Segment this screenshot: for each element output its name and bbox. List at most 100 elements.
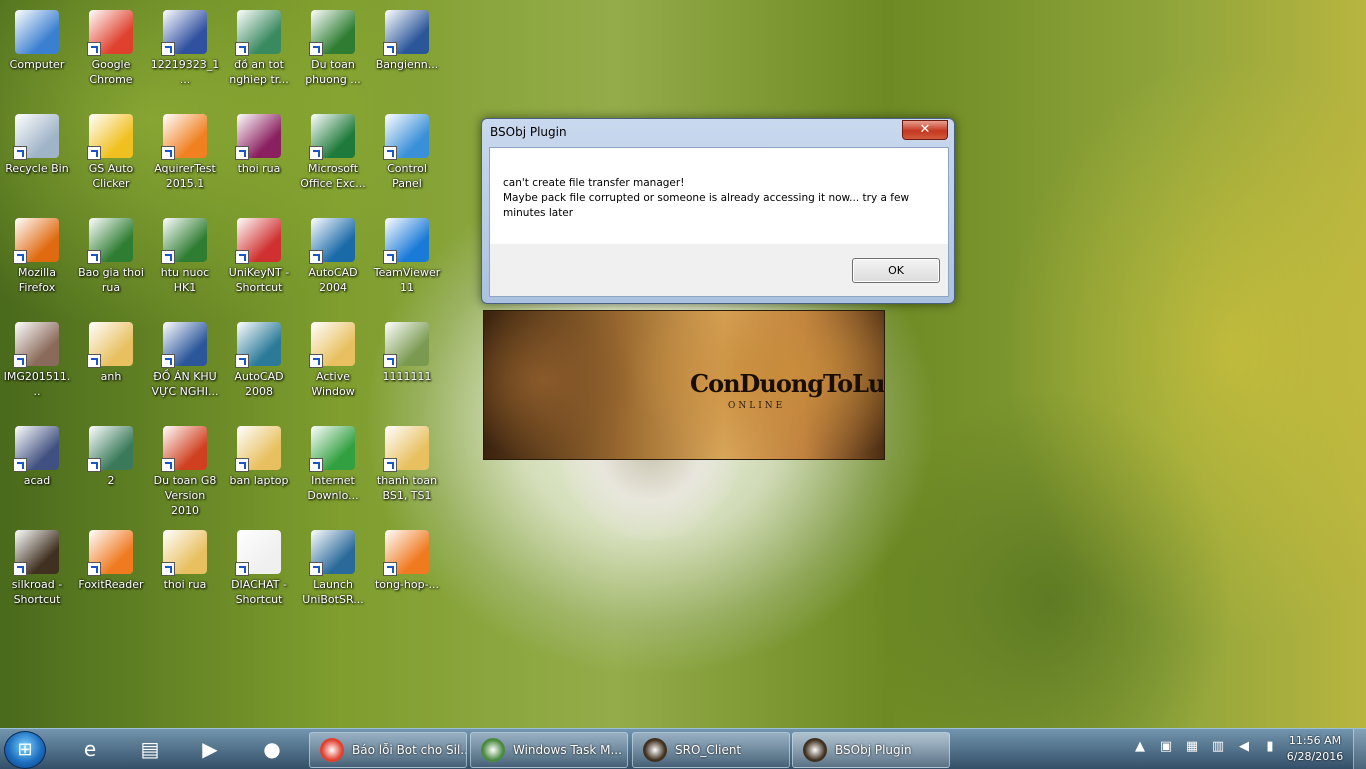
desktop-icon-label: IMG201511... <box>3 370 71 398</box>
desktop-icon[interactable]: AutoCAD 2008 <box>222 316 296 416</box>
desktop-icon-label: Du toan phuong ... <box>305 58 361 86</box>
signal-icon[interactable]: ▮ <box>1262 739 1278 755</box>
device-icon[interactable]: ▥ <box>1210 739 1226 755</box>
flag-icon[interactable]: ▣ <box>1158 739 1174 755</box>
task-label: Windows Task M... <box>513 743 622 757</box>
taskbar-task[interactable]: BSObj Plugin <box>792 732 950 768</box>
excel-icon <box>309 114 355 160</box>
desktop-icon[interactable]: Bao gia thoi rua <box>74 212 148 312</box>
desktop-icon[interactable]: Active Window <box>296 316 370 416</box>
pinned-firefox-icon[interactable]: ● <box>246 732 298 766</box>
desktop-icon-label: Mozilla Firefox <box>18 266 56 294</box>
folder-icon <box>161 530 207 576</box>
desktop-icon[interactable]: AquirerTest 2015.1 <box>148 108 222 208</box>
shortcut-arrow-icon <box>309 250 323 264</box>
shortcut-arrow-icon <box>13 250 27 264</box>
desktop-icon[interactable]: thoi rua <box>148 524 222 624</box>
desktop-icon[interactable]: Internet Downlo... <box>296 420 370 520</box>
desktop-icon[interactable]: 12219323_1... <box>148 4 222 104</box>
show-hidden-icons-icon[interactable]: ▲ <box>1132 739 1148 755</box>
shortcut-arrow-icon <box>161 250 175 264</box>
dialog-title: BSObj Plugin <box>490 125 567 139</box>
desktop-icon[interactable]: GS Auto Clicker <box>74 108 148 208</box>
desktop-icon[interactable]: anh <box>74 316 148 416</box>
pinned-explorer-icon[interactable]: ▤ <box>124 732 176 766</box>
idm-icon <box>309 426 355 472</box>
desktop-icon[interactable]: 2 <box>74 420 148 520</box>
desktop-icon[interactable]: FoxitReader <box>74 524 148 624</box>
word-file-icon <box>383 10 429 56</box>
desktop-icon-label: UniKeyNT - Shortcut <box>228 266 290 294</box>
computer-icon <box>15 10 59 54</box>
shortcut-arrow-icon <box>87 354 101 368</box>
desktop-icon-label: htu nuoc HK1 <box>160 266 210 294</box>
star-icon <box>87 114 133 160</box>
desktop-icon-label: Computer <box>9 58 65 71</box>
desktop-icon-label: thoi rua <box>163 578 207 591</box>
taskbar-task[interactable]: Báo lỗi Bot cho Sil... <box>309 732 467 768</box>
desktop-icon[interactable]: DIACHAT - Shortcut <box>222 524 296 624</box>
taskbar: ⊞ e ▤ ▶ ● Báo lỗi Bot cho Sil... Windows Tas… <box>0 728 1366 769</box>
clock[interactable]: 11:56 AM 6/28/2016 <box>1280 733 1350 765</box>
desktop-icon-label: tong-hop-... <box>374 578 440 591</box>
winrar-icon <box>235 114 281 160</box>
desktop-icon[interactable]: TeamViewer 11 <box>370 212 444 312</box>
pinned-ie-icon[interactable]: e <box>64 732 116 766</box>
task-app-icon <box>643 737 667 762</box>
dialog-body: can't create file transfer manager! Mayb… <box>489 147 949 297</box>
excel-file-icon <box>309 10 355 56</box>
pinned-media-player-icon[interactable]: ▶ <box>184 732 236 766</box>
desktop-icon[interactable]: Recycle Bin <box>0 108 74 208</box>
desktop-icon[interactable]: Bangienn... <box>370 4 444 104</box>
desktop-icon[interactable]: acad <box>0 420 74 520</box>
taskbar-task[interactable]: Windows Task M... <box>470 732 628 768</box>
shortcut-arrow-icon <box>383 250 397 264</box>
desktop-icon[interactable]: IMG201511... <box>0 316 74 416</box>
dialog-message-line1: can't create file transfer manager! <box>503 177 685 189</box>
volume-icon[interactable]: ◀ <box>1236 739 1252 755</box>
desktop-icon[interactable]: Google Chrome <box>74 4 148 104</box>
shortcut-arrow-icon <box>383 42 397 56</box>
desktop-icon[interactable]: ban laptop <box>222 420 296 520</box>
clock-date: 6/28/2016 <box>1286 750 1344 763</box>
desktop-icon[interactable]: AutoCAD 2004 <box>296 212 370 312</box>
desktop-icon[interactable]: UniKeyNT - Shortcut <box>222 212 296 312</box>
desktop-icon-label: FoxitReader <box>78 578 144 591</box>
start-button[interactable]: ⊞ <box>4 731 46 769</box>
desktop-icon[interactable]: Mozilla Firefox <box>0 212 74 312</box>
desktop-icon-label: Internet Downlo... <box>307 474 359 502</box>
desktop-icon-label: Google Chrome <box>89 58 133 86</box>
desktop-icon[interactable]: 1111111 <box>370 316 444 416</box>
desktop-icon[interactable]: Launch UniBotSR... <box>296 524 370 624</box>
network-app-icon[interactable]: ▦ <box>1184 739 1200 755</box>
desktop-icon[interactable]: htu nuoc HK1 <box>148 212 222 312</box>
shortcut-arrow-icon <box>235 42 249 56</box>
desktop-icon-label: acad <box>23 474 51 487</box>
desktop-icon[interactable]: đồ an tot nghiep tr... <box>222 4 296 104</box>
game-logo: ConDuongToLua <box>690 369 885 398</box>
desktop-icon[interactable]: Control Panel <box>370 108 444 208</box>
desktop-icon[interactable]: Du toan G8 Version 2010 <box>148 420 222 520</box>
ok-button[interactable]: OK <box>852 258 940 283</box>
shortcut-arrow-icon <box>13 354 27 368</box>
taskbar-task[interactable]: SRO_Client <box>632 732 790 768</box>
image-file-icon <box>161 10 207 56</box>
desktop-icon[interactable]: Computer <box>0 4 74 104</box>
desktop-icon[interactable]: thoi rua <box>222 108 296 208</box>
shortcut-arrow-icon <box>161 354 175 368</box>
dialog-close-button[interactable]: ✕ <box>902 120 948 140</box>
dialog-message-line2: Maybe pack file corrupted or someone is … <box>503 192 910 219</box>
desktop-icon[interactable]: silkroad - Shortcut <box>0 524 74 624</box>
shortcut-arrow-icon <box>383 354 397 368</box>
image-file-icon <box>235 10 281 56</box>
shortcut-arrow-icon <box>235 562 249 576</box>
desktop-icon[interactable]: thanh toan BS1, TS1 <box>370 420 444 520</box>
desktop-icon[interactable]: Microsoft Office Exc... <box>296 108 370 208</box>
show-desktop-button[interactable] <box>1353 729 1366 769</box>
desktop-icon[interactable]: ĐỒ ÁN KHU VỰC NGHI... <box>148 316 222 416</box>
shortcut-arrow-icon <box>87 42 101 56</box>
desktop-icon[interactable]: tong-hop-... <box>370 524 444 624</box>
desktop-icon[interactable]: Du toan phuong ... <box>296 4 370 104</box>
excel-file-icon <box>161 218 207 264</box>
file-icon <box>235 530 281 576</box>
